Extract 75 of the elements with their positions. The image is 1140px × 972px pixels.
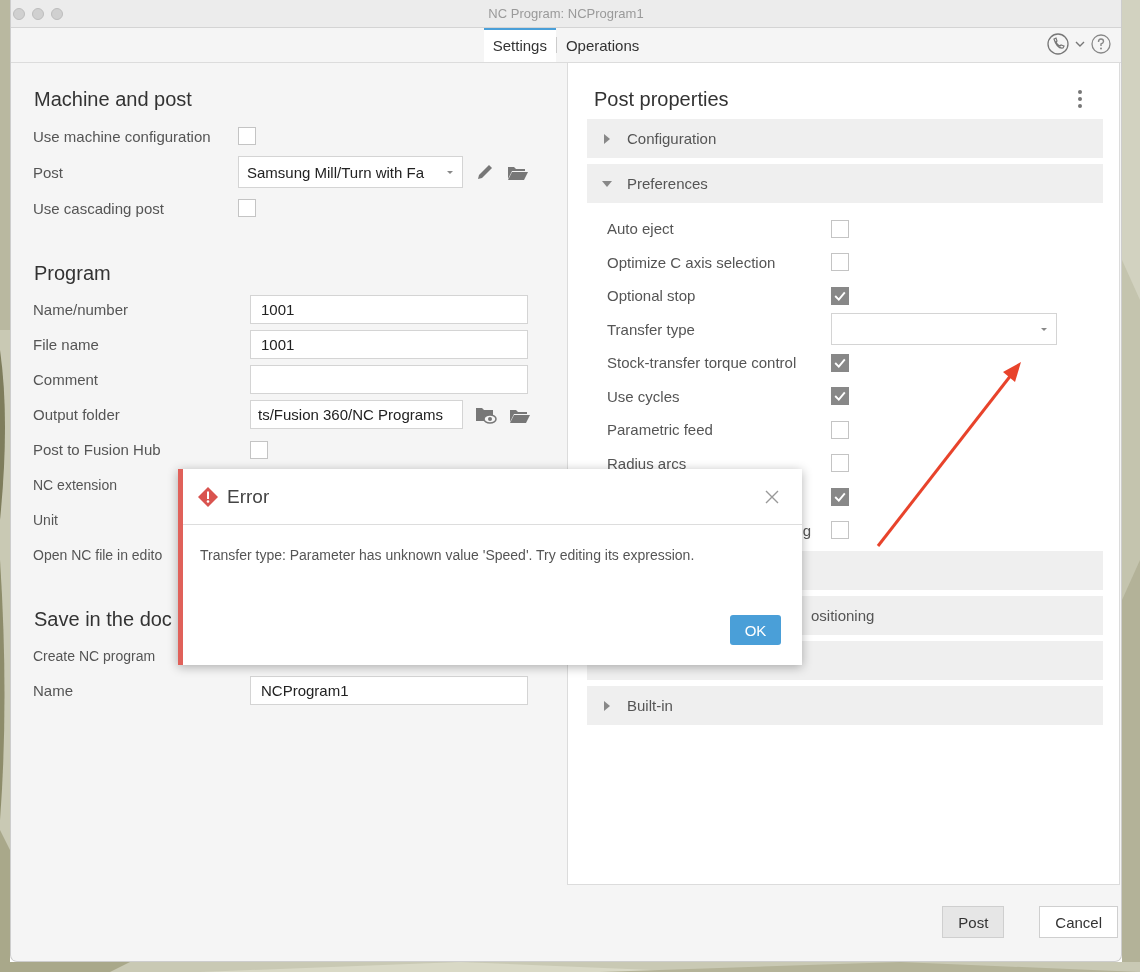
checkbox[interactable]	[831, 521, 849, 540]
checkbox[interactable]	[238, 199, 256, 217]
field-label: NC extension	[33, 476, 118, 493]
field-label: Name/number	[33, 301, 129, 318]
property-label: Optimize C axis selection	[607, 253, 777, 271]
checkbox[interactable]	[831, 420, 849, 439]
checkbox[interactable]	[831, 253, 849, 272]
field-label: Name	[33, 682, 73, 699]
checkbox[interactable]	[831, 219, 849, 238]
property-label: Transfer type	[607, 320, 696, 338]
field-label: Unit	[33, 511, 58, 528]
caret-icon[interactable]	[446, 169, 454, 175]
post-dropdown[interactable]: Samsung Mill/Turn with Fa	[238, 156, 463, 188]
window-control[interactable]	[13, 8, 25, 20]
property-label: Auto eject	[607, 220, 675, 238]
group-label: Built-in	[627, 697, 673, 714]
close-icon[interactable]	[764, 488, 780, 505]
field-label: Post to Fusion Hub	[33, 441, 161, 458]
checkbox[interactable]	[238, 127, 256, 145]
property-label: Stock-transfer torque control	[607, 354, 798, 372]
input-field[interactable]: NCProgram1	[250, 676, 528, 705]
check-icon	[834, 290, 846, 301]
panel-heading: Post properties	[594, 87, 729, 111]
tab[interactable]: Operations	[556, 28, 649, 62]
field-label: Open NC file in edito	[33, 546, 163, 563]
group-label: ositioning	[811, 607, 875, 624]
input-field[interactable]: 1001	[250, 330, 528, 359]
help-icon[interactable]	[1091, 34, 1111, 54]
field-label: Create NC program	[33, 647, 156, 664]
window-control[interactable]	[32, 8, 44, 20]
tab[interactable]: Settings	[483, 28, 556, 62]
input-field[interactable]: ts/Fusion 360/NC Programs	[250, 400, 463, 429]
phone-icon[interactable]	[1047, 33, 1069, 55]
group-label: Configuration	[627, 130, 717, 147]
input-field[interactable]: 1001	[250, 295, 528, 324]
property-label: Radius arcs	[607, 454, 688, 472]
checkbox[interactable]	[250, 440, 268, 459]
checkbox[interactable]	[831, 387, 849, 406]
group-label: Preferences	[627, 175, 708, 192]
group-header[interactable]: Preferences	[587, 164, 1103, 203]
property-label: g	[802, 521, 812, 539]
section-heading: Machine and post	[34, 87, 192, 111]
checkbox[interactable]	[831, 286, 849, 305]
footer-button[interactable]: Post	[942, 906, 1005, 938]
property-label: Optional stop	[607, 287, 697, 305]
warning-icon[interactable]	[197, 485, 219, 508]
pencil-icon[interactable]	[475, 162, 495, 182]
property-label: Use cycles	[607, 387, 681, 405]
group-header[interactable]: Built-in	[587, 686, 1103, 725]
check-icon	[834, 357, 846, 368]
more-icon[interactable]	[1077, 89, 1083, 109]
folder-eye-icon[interactable]	[475, 405, 497, 424]
window-title: NC Program: NCProgram1	[488, 6, 644, 21]
footer-button[interactable]: Cancel	[1039, 906, 1118, 938]
field-label: Post	[33, 163, 63, 181]
field-label: Comment	[33, 371, 99, 388]
checkbox[interactable]	[831, 353, 849, 372]
caret-icon[interactable]	[1075, 41, 1085, 47]
error-message: Transfer type: Parameter has unknown value 'Speed'. Try editing its expression.	[199, 546, 696, 565]
dialog-title: Error	[227, 485, 271, 508]
group-header[interactable]: Configuration	[587, 119, 1103, 158]
field-label: Use machine configuration	[33, 127, 211, 145]
section-heading: Save in the doc	[34, 607, 172, 631]
checkbox[interactable]	[831, 454, 849, 473]
check-icon	[834, 491, 846, 502]
field-label: File name	[33, 336, 99, 353]
section-heading: Program	[34, 261, 111, 285]
caret-icon[interactable]	[1040, 326, 1048, 332]
field-label: Output folder	[33, 406, 120, 423]
check-icon	[834, 391, 846, 402]
window-control[interactable]	[51, 8, 63, 20]
field-label: Use cascading post	[33, 199, 164, 217]
property-label: Parametric feed	[607, 421, 714, 439]
checkbox[interactable]	[831, 487, 849, 506]
input-field[interactable]	[250, 365, 528, 394]
